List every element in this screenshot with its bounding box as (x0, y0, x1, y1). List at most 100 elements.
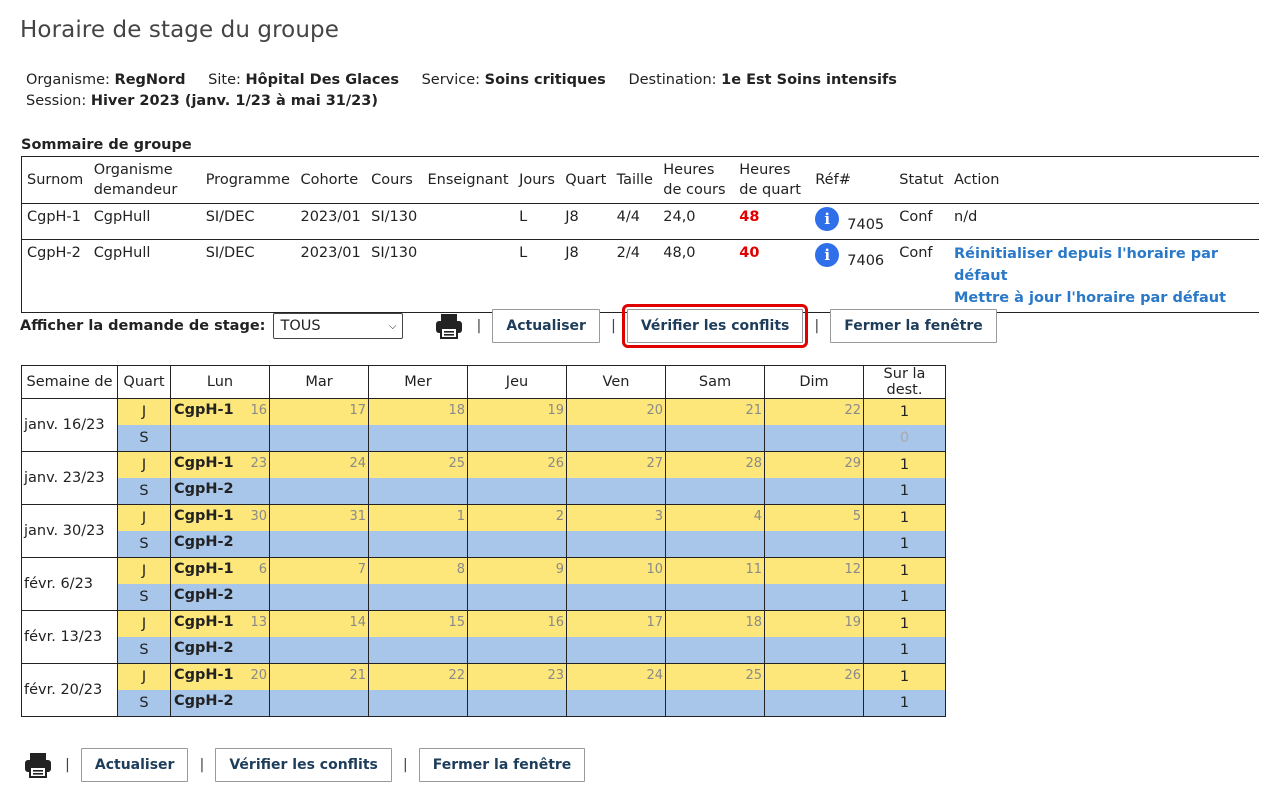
reset-schedule-link[interactable]: Réinitialiser depuis l'horaire par défau… (954, 243, 1254, 287)
info-icon[interactable]: i (815, 243, 840, 267)
day-cell[interactable]: 16 (467, 610, 567, 637)
summary-row: CgpH-1 CgpHull SI/DEC 2023/01 SI/130 L J… (20, 203, 1259, 240)
day-cell[interactable] (764, 690, 864, 717)
day-cell[interactable]: 22 (764, 398, 864, 425)
day-cell[interactable] (764, 637, 864, 664)
day-cell[interactable]: CgpH-2 (170, 478, 270, 505)
day-cell[interactable] (665, 690, 765, 717)
refresh-button-bottom[interactable]: Actualiser (80, 748, 189, 782)
day-cell[interactable] (368, 478, 468, 505)
day-cell[interactable]: 1 (368, 504, 468, 531)
day-cell[interactable] (665, 425, 765, 452)
day-cell[interactable]: 11 (665, 557, 765, 584)
day-cell[interactable]: 18 (368, 398, 468, 425)
day-cell[interactable] (269, 637, 369, 664)
col-ref: Réf# (810, 156, 895, 204)
day-cell[interactable]: 7 (269, 557, 369, 584)
day-cell[interactable] (665, 637, 765, 664)
day-cell[interactable]: 26 (764, 663, 864, 690)
day-cell[interactable] (764, 531, 864, 558)
day-cell[interactable]: CgpH-2 (170, 584, 270, 611)
day-cell[interactable]: 29 (764, 451, 864, 478)
day-cell[interactable] (368, 531, 468, 558)
day-cell[interactable]: 19 (764, 610, 864, 637)
day-cell[interactable]: 9 (467, 557, 567, 584)
day-cell[interactable] (665, 584, 765, 611)
update-default-schedule-link[interactable]: Mettre à jour l'horaire par défaut (954, 287, 1254, 309)
day-cell[interactable] (566, 478, 666, 505)
day-cell[interactable] (566, 531, 666, 558)
day-cell[interactable] (269, 584, 369, 611)
day-cell[interactable]: 27 (566, 451, 666, 478)
day-cell[interactable] (764, 425, 864, 452)
day-cell[interactable] (368, 690, 468, 717)
day-cell[interactable] (467, 478, 567, 505)
day-cell[interactable]: 23 (467, 663, 567, 690)
day-cell[interactable] (566, 690, 666, 717)
day-cell[interactable]: 17 (566, 610, 666, 637)
day-cell[interactable] (665, 478, 765, 505)
day-cell[interactable]: 21 (665, 398, 765, 425)
day-cell[interactable] (764, 478, 864, 505)
day-cell[interactable] (665, 531, 765, 558)
check-conflicts-button[interactable]: Vérifier les conflits (621, 304, 809, 348)
day-cell[interactable] (269, 478, 369, 505)
day-cell[interactable] (269, 690, 369, 717)
day-cell[interactable] (467, 531, 567, 558)
day-cell[interactable]: 14 (269, 610, 369, 637)
day-cell[interactable]: CgpH-1 13 (170, 610, 270, 637)
day-cell[interactable]: 19 (467, 398, 567, 425)
printer-icon[interactable] (24, 752, 54, 778)
day-cell[interactable] (467, 425, 567, 452)
day-cell[interactable]: 31 (269, 504, 369, 531)
day-cell[interactable] (269, 531, 369, 558)
day-cell[interactable] (566, 637, 666, 664)
day-cell[interactable]: CgpH-1 23 (170, 451, 270, 478)
day-cell[interactable]: CgpH-1 16 (170, 398, 270, 425)
day-cell[interactable]: 4 (665, 504, 765, 531)
day-cell[interactable]: 3 (566, 504, 666, 531)
printer-icon[interactable] (435, 313, 465, 339)
day-cell[interactable]: 28 (665, 451, 765, 478)
info-icon[interactable]: i (815, 207, 840, 231)
day-cell[interactable] (566, 584, 666, 611)
day-cell[interactable]: 17 (269, 398, 369, 425)
day-cell[interactable]: 25 (665, 663, 765, 690)
day-cell[interactable] (467, 637, 567, 664)
day-cell[interactable]: 12 (764, 557, 864, 584)
day-cell[interactable]: 26 (467, 451, 567, 478)
day-cell[interactable] (764, 584, 864, 611)
day-cell[interactable] (467, 690, 567, 717)
day-cell[interactable] (566, 425, 666, 452)
group-name: CgpH-1 (174, 455, 234, 471)
day-cell[interactable]: 5 (764, 504, 864, 531)
day-cell[interactable]: CgpH-1 6 (170, 557, 270, 584)
day-cell[interactable]: 24 (566, 663, 666, 690)
day-cell[interactable]: CgpH-2 (170, 637, 270, 664)
day-cell[interactable]: CgpH-2 (170, 531, 270, 558)
close-window-button[interactable]: Fermer la fenêtre (830, 309, 997, 343)
day-cell[interactable]: CgpH-1 20 (170, 663, 270, 690)
day-cell[interactable]: 2 (467, 504, 567, 531)
day-cell[interactable]: 10 (566, 557, 666, 584)
day-cell[interactable]: 21 (269, 663, 369, 690)
day-cell[interactable]: 8 (368, 557, 468, 584)
day-cell[interactable]: CgpH-2 (170, 690, 270, 717)
filter-select[interactable]: TOUS ⌵ (273, 313, 404, 339)
day-cell[interactable]: 18 (665, 610, 765, 637)
day-cell[interactable]: 15 (368, 610, 468, 637)
day-cell[interactable] (467, 584, 567, 611)
check-conflicts-button-bottom[interactable]: Vérifier les conflits (215, 748, 392, 782)
day-cell[interactable] (170, 425, 270, 452)
day-cell[interactable]: 22 (368, 663, 468, 690)
day-cell[interactable]: 24 (269, 451, 369, 478)
close-window-button-bottom[interactable]: Fermer la fenêtre (418, 748, 586, 782)
day-cell[interactable]: 25 (368, 451, 468, 478)
day-cell[interactable] (368, 425, 468, 452)
day-cell[interactable] (368, 584, 468, 611)
refresh-button[interactable]: Actualiser (492, 309, 600, 343)
day-cell[interactable]: CgpH-1 30 (170, 504, 270, 531)
day-cell[interactable] (368, 637, 468, 664)
day-cell[interactable]: 20 (566, 398, 666, 425)
day-cell[interactable] (269, 425, 369, 452)
